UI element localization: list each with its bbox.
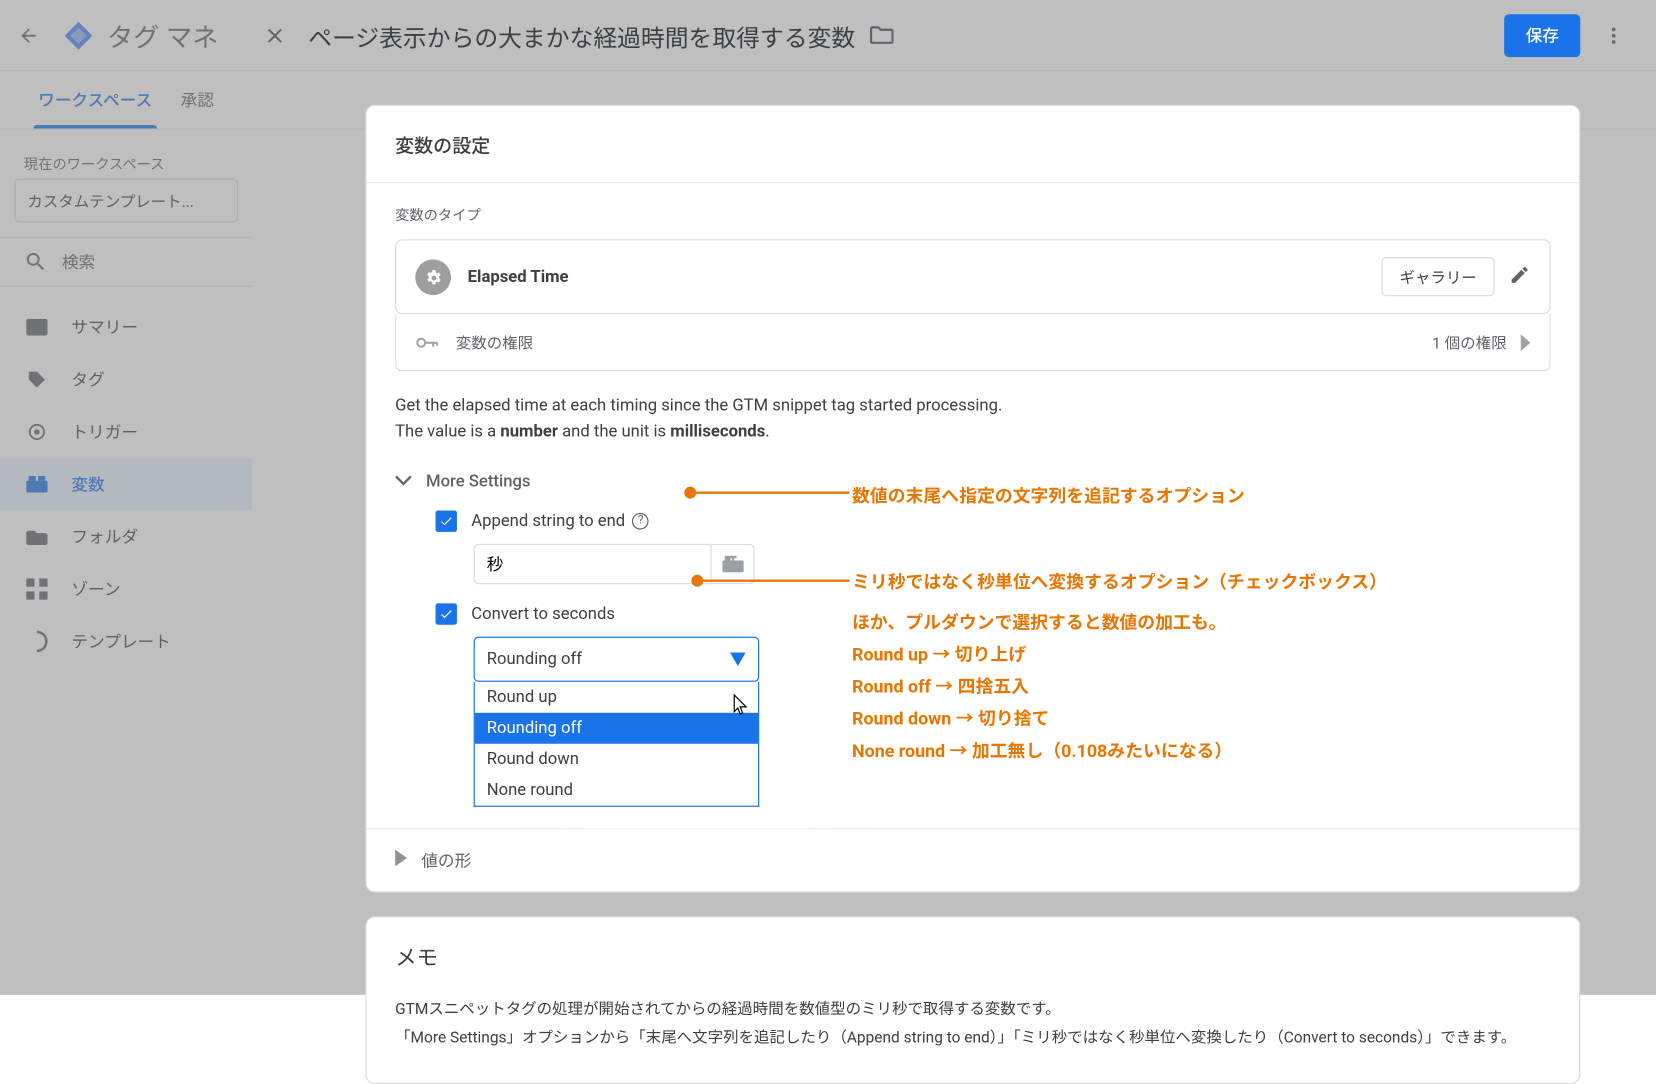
- dropdown-arrow-icon: ▼: [729, 647, 746, 671]
- variable-type-row[interactable]: Elapsed Time ギャラリー: [395, 239, 1550, 314]
- annotation-rounding-info: ほか、プルダウンで選択すると数値の加工も。 Round up → 切り上げ Ro…: [852, 607, 1232, 768]
- rounding-select[interactable]: Rounding off ▼: [474, 636, 760, 681]
- permissions-row[interactable]: 変数の権限 1 個の権限: [395, 314, 1550, 371]
- description-line-1: Get the elapsed time at each timing sinc…: [395, 393, 1550, 420]
- convert-seconds-label: Convert to seconds: [471, 604, 615, 623]
- variable-type-name: Elapsed Time: [468, 267, 1382, 286]
- variable-type-label: 変数のタイプ: [395, 205, 1550, 225]
- chevron-right-icon: [1518, 334, 1530, 351]
- edit-icon[interactable]: [1509, 264, 1530, 290]
- save-button[interactable]: 保存: [1504, 14, 1580, 57]
- gallery-button[interactable]: ギャラリー: [1382, 257, 1495, 296]
- memo-body: GTMスニペットタグの処理が開始されてからの経過時間を数値型のミリ秒で取得する変…: [367, 996, 1580, 1083]
- gear-icon: [415, 259, 451, 295]
- memo-header: メモ: [367, 917, 1580, 996]
- permissions-label: 変数の権限: [456, 331, 1432, 354]
- annotation-convert: ミリ秒ではなく秒単位へ変換するオプション（チェックボックス）: [852, 566, 1387, 598]
- permissions-count: 1 個の権限: [1432, 331, 1506, 354]
- append-string-checkbox[interactable]: [436, 510, 457, 531]
- convert-seconds-checkbox[interactable]: [436, 603, 457, 624]
- folder-move-icon[interactable]: [869, 21, 893, 50]
- value-format-toggle[interactable]: 値の形: [367, 829, 1580, 891]
- append-string-label: Append string to end: [471, 511, 625, 530]
- rounding-option-off[interactable]: Rounding off: [475, 713, 758, 744]
- key-icon: [415, 335, 439, 349]
- cursor-icon: [733, 694, 750, 715]
- variable-name-title[interactable]: ページ表示からの大まかな経過時間を取得する変数: [308, 18, 855, 53]
- config-section-header: 変数の設定: [367, 106, 1580, 182]
- description-line-2: The value is a number and the unit is mi…: [395, 419, 1550, 446]
- append-string-input[interactable]: [474, 544, 712, 584]
- close-button[interactable]: [251, 12, 299, 60]
- chevron-down-icon: [395, 472, 412, 491]
- rounding-option-down[interactable]: Round down: [475, 743, 758, 774]
- rounding-dropdown-list: Round up Rounding off Round down None ro…: [474, 682, 760, 807]
- rounding-option-up[interactable]: Round up: [475, 682, 758, 713]
- rounding-option-none[interactable]: None round: [475, 774, 758, 805]
- more-menu-button[interactable]: [1590, 12, 1638, 60]
- help-icon[interactable]: ?: [632, 513, 649, 530]
- chevron-right-icon: [395, 849, 407, 870]
- annotation-append: 数値の末尾へ指定の文字列を追記するオプション: [852, 481, 1245, 513]
